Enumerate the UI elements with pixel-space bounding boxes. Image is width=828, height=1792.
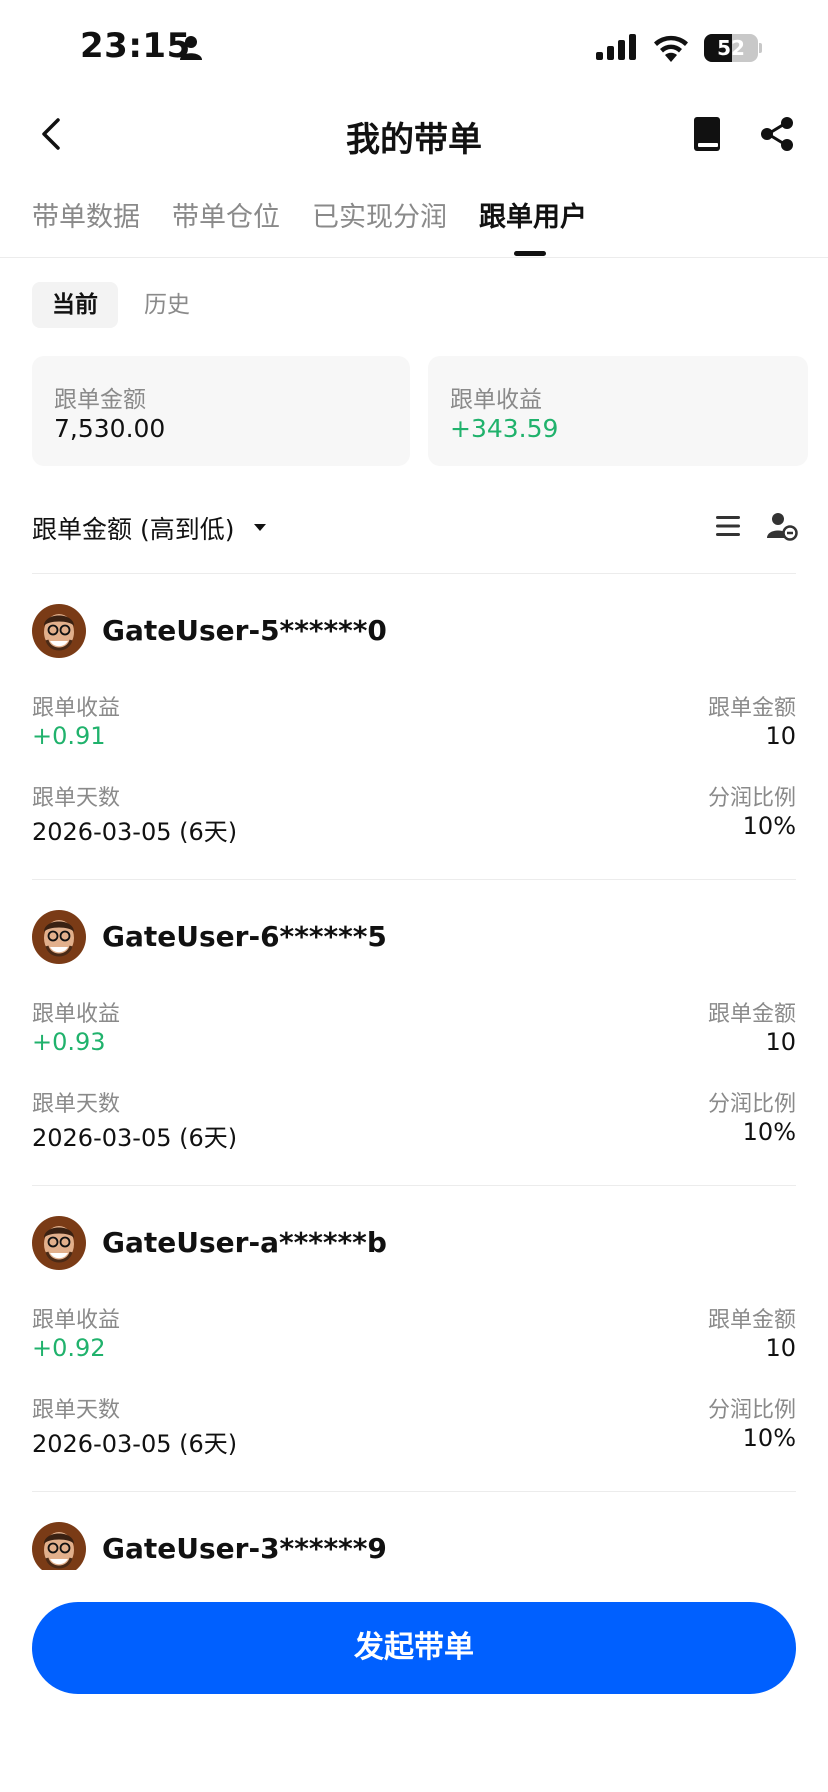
sort-dropdown[interactable]: 跟单金额 (高到低) — [32, 510, 234, 546]
tab-realized-profit-share[interactable]: 已实现分润 — [312, 200, 447, 250]
share-ratio-value: 10% — [742, 812, 796, 840]
wifi-icon — [654, 35, 688, 62]
follower-card[interactable]: GateUser-6******5 跟单收益 跟单金额 +0.93 10 跟单天… — [32, 880, 796, 1186]
avatar — [32, 604, 86, 658]
profit-value: +0.93 — [32, 1028, 106, 1056]
follower-list[interactable]: GateUser-5******0 跟单收益 跟单金额 +0.91 10 跟单天… — [0, 574, 828, 1570]
amount-value: 10 — [765, 1334, 796, 1362]
profit-value: +0.91 — [32, 722, 106, 750]
summary-card-amount: 跟单金额 7,530.00 — [32, 356, 410, 466]
profit-label: 跟单收益 — [32, 696, 121, 721]
tab-leading-positions[interactable]: 带单仓位 — [172, 200, 280, 250]
amount-value: 10 — [765, 1028, 796, 1056]
share-ratio-label: 分润比例 — [707, 1398, 796, 1423]
days-label: 跟单天数 — [32, 1092, 121, 1117]
profit-label: 跟单收益 — [32, 1308, 121, 1333]
share-icon[interactable] — [760, 116, 794, 152]
share-ratio-label: 分润比例 — [707, 1092, 796, 1117]
avatar — [32, 1522, 86, 1570]
profit-value: +0.92 — [32, 1334, 106, 1362]
battery-level: 52 — [717, 36, 745, 60]
avatar — [32, 1216, 86, 1270]
tab-leading-data[interactable]: 带单数据 — [32, 200, 140, 250]
profit-label: 跟单收益 — [32, 1002, 121, 1027]
summary-card-profit: 跟单收益 +343.59 — [428, 356, 808, 466]
follower-name[interactable]: GateUser-3******9 — [102, 1532, 387, 1565]
summary-profit-label: 跟单收益 — [450, 387, 542, 413]
avatar — [32, 910, 86, 964]
battery-icon: 52 — [704, 34, 762, 62]
days-value: 2026-03-05 (6天) — [32, 1430, 238, 1458]
start-leading-button[interactable]: 发起带单 — [32, 1602, 796, 1694]
follower-name[interactable]: GateUser-a******b — [102, 1226, 387, 1259]
status-bar: 23:15 52 — [0, 0, 828, 100]
tab-followers[interactable]: 跟单用户 — [479, 200, 587, 250]
status-time: 23:15 — [80, 26, 191, 66]
days-value: 2026-03-05 (6天) — [32, 1124, 238, 1152]
share-ratio-value: 10% — [742, 1118, 796, 1146]
list-icon[interactable] — [714, 514, 742, 538]
subtab-current[interactable]: 当前 — [32, 282, 118, 328]
share-ratio-label: 分润比例 — [707, 786, 796, 811]
follower-card[interactable]: GateUser-3******9 — [32, 1492, 796, 1570]
user-filter-icon[interactable] — [766, 510, 798, 542]
person-icon — [180, 36, 202, 60]
signal-icon — [596, 34, 636, 60]
days-label: 跟单天数 — [32, 1398, 121, 1423]
summary-amount-value: 7,530.00 — [54, 414, 166, 443]
chevron-down-icon[interactable] — [254, 524, 266, 531]
amount-label: 跟单金额 — [707, 696, 796, 721]
amount-value: 10 — [765, 722, 796, 750]
amount-label: 跟单金额 — [707, 1002, 796, 1027]
follower-card[interactable]: GateUser-a******b 跟单收益 跟单金额 +0.92 10 跟单天… — [32, 1186, 796, 1492]
subtab-history[interactable]: 历史 — [124, 282, 210, 328]
book-icon[interactable] — [692, 116, 724, 152]
tab-bar: 带单数据 带单仓位 已实现分润 跟单用户 — [32, 200, 587, 250]
follower-card[interactable]: GateUser-5******0 跟单收益 跟单金额 +0.91 10 跟单天… — [32, 574, 796, 880]
days-value: 2026-03-05 (6天) — [32, 818, 238, 846]
follower-name[interactable]: GateUser-5******0 — [102, 614, 387, 647]
summary-profit-value: +343.59 — [450, 414, 559, 443]
days-label: 跟单天数 — [32, 786, 121, 811]
tabs-divider — [0, 257, 828, 258]
tab-active-indicator — [514, 251, 546, 256]
follower-name[interactable]: GateUser-6******5 — [102, 920, 387, 953]
amount-label: 跟单金额 — [707, 1308, 796, 1333]
share-ratio-value: 10% — [742, 1424, 796, 1452]
summary-amount-label: 跟单金额 — [54, 387, 146, 413]
